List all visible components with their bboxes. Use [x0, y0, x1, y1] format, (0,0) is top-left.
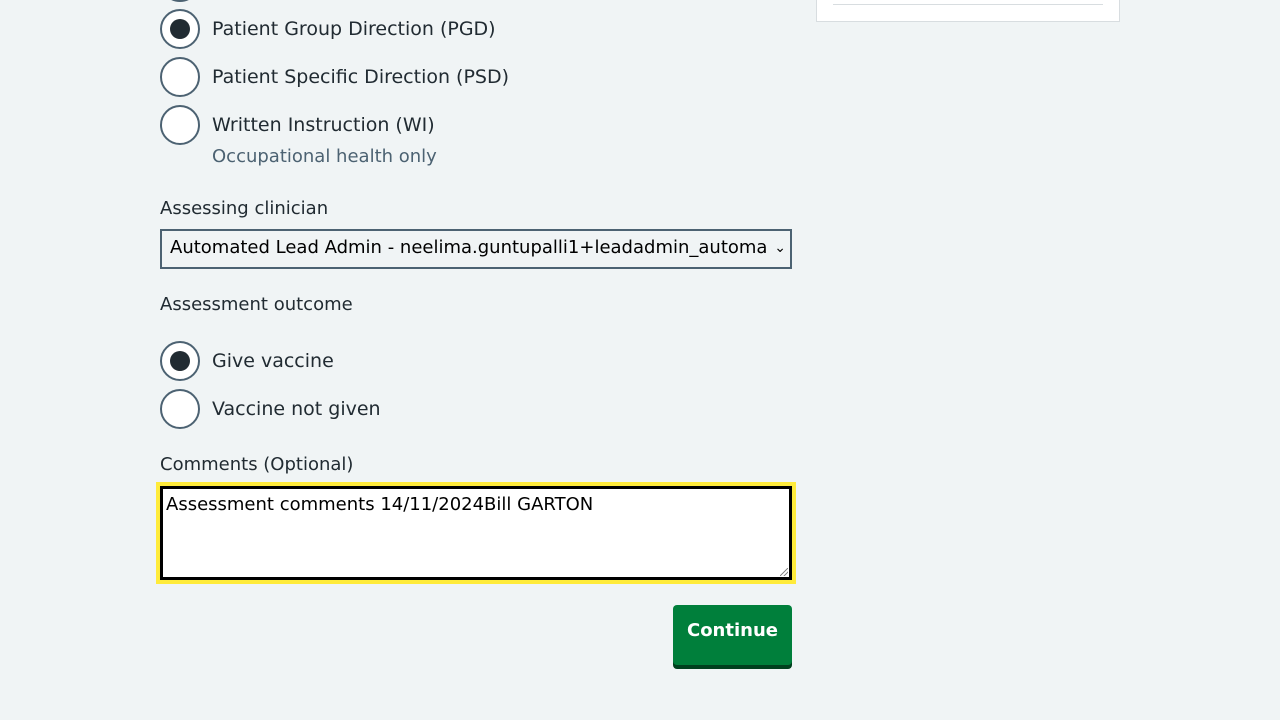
- comments-textarea[interactable]: Assessment comments 14/11/2024Bill GARTO…: [160, 486, 792, 580]
- assessing-clinician-label: Assessing clinician: [160, 198, 329, 219]
- resize-handle-icon[interactable]: [780, 568, 788, 576]
- radio-label-pgd: Patient Group Direction (PGD): [212, 18, 496, 40]
- radio-circle-wi[interactable]: [160, 105, 200, 145]
- radio-circle-pgd[interactable]: [160, 9, 200, 49]
- comments-focus-ring: Assessment comments 14/11/2024Bill GARTO…: [156, 482, 796, 584]
- radio-label-wi: Written Instruction (WI): [212, 114, 435, 136]
- radio-label-psd: Patient Specific Direction (PSD): [212, 66, 510, 88]
- radio-option-psd[interactable]: Patient Specific Direction (PSD): [160, 57, 509, 97]
- side-panel: [816, 0, 1120, 22]
- radio-option-wi[interactable]: Written Instruction (WI) Occupational he…: [160, 105, 437, 169]
- comments-value: Assessment comments 14/11/2024Bill GARTO…: [166, 494, 594, 515]
- radio-hint-wi: Occupational health only: [212, 146, 437, 167]
- radio-circle-vaccine-not-given[interactable]: [160, 389, 200, 429]
- continue-button[interactable]: Continue: [673, 605, 792, 665]
- side-panel-divider: [833, 4, 1103, 5]
- chevron-down-icon: ⌄: [772, 231, 786, 265]
- radio-circle[interactable]: [160, 0, 200, 2]
- assessment-outcome-label: Assessment outcome: [160, 294, 353, 315]
- radio-circle-give-vaccine[interactable]: [160, 341, 200, 381]
- radio-label-vaccine-not-given: Vaccine not given: [212, 398, 381, 420]
- radio-label-give-vaccine: Give vaccine: [212, 350, 334, 372]
- assessing-clinician-select[interactable]: Automated Lead Admin - neelima.guntupall…: [160, 229, 792, 269]
- radio-option-vaccine-not-given[interactable]: Vaccine not given: [160, 389, 381, 429]
- radio-option-give-vaccine[interactable]: Give vaccine: [160, 341, 334, 381]
- assessing-clinician-value: Automated Lead Admin - neelima.guntupall…: [170, 237, 768, 258]
- radio-option-hidden[interactable]: [160, 0, 200, 2]
- comments-label: Comments (Optional): [160, 454, 354, 475]
- radio-option-pgd[interactable]: Patient Group Direction (PGD): [160, 9, 496, 49]
- radio-circle-psd[interactable]: [160, 57, 200, 97]
